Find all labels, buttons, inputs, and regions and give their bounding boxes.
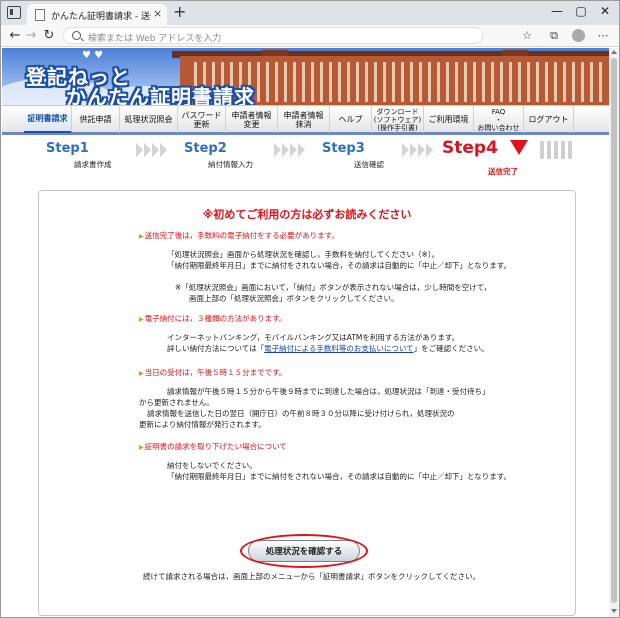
step2-sub: 納付情報入力 [208,160,253,169]
section-head-methods: 電子納付には，３種類の方法があります。 [139,313,287,324]
menu-status-inquiry[interactable]: 処理状況照会 [120,106,178,133]
section-head-withdraw: 証明書の請求を取り下げたい場合について [139,441,287,452]
paragraph-line: 請求情報が午後５時１５分から午後９時までに到達した場合は，処理状況は「到達・受付… [167,387,490,396]
paragraph-line: インターネットバンキング，モバイルバンキング又はATMを利用する方法があります。 [167,333,460,342]
step-tail-icon [540,141,574,159]
menu-deposit-application[interactable]: 供託申請 [72,106,120,133]
current-step-marker-icon [510,140,528,155]
paragraph-line: 請求情報を送信した日の翌日（開庁日）の午前８時３０分以降に受け付けられ，処理状況… [147,409,455,418]
minimize-icon[interactable]: — [547,4,567,18]
address-bar: ← → ↻ 検索または Web アドレスを入力 ☆ ⧉ ⋯ [1,25,619,47]
close-window-icon[interactable]: ✕ [595,4,615,18]
menu-certificate-request[interactable]: 証明書請求 [24,106,72,133]
scroll-down-icon[interactable] [611,609,617,613]
maximize-icon[interactable]: ▢ [571,4,591,18]
step-arrow-icon [402,143,433,157]
more-menu-icon[interactable]: ⋯ [595,29,611,42]
menu-download[interactable]: ダウンロード (ソフトウェア) (操作手引書) [372,106,424,133]
scroll-up-icon[interactable] [611,50,617,54]
paragraph-line: 「処理状況照会」画面から処理状況を確認し，手数料を納付してください（※）。 [167,250,440,259]
reload-icon[interactable]: ↻ [41,28,57,43]
paragraph-line: 更新により納付情報が発行されます。 [139,420,266,429]
paragraph-text: 詳しい納付方法については「 [167,344,265,353]
step2-label: Step2 [184,141,227,156]
tab-actions-icon[interactable] [7,6,21,19]
tab-title: かんたん証明書請求 - 送信完了 [51,12,151,22]
step-arrow-icon [136,143,167,157]
forward-icon[interactable]: → [23,28,39,43]
paragraph-line: から更新されません。 [139,398,214,407]
vertical-scrollbar[interactable] [609,48,619,617]
new-tab-button[interactable]: + [173,3,186,21]
menu-logout[interactable]: ログアウト [524,106,574,133]
site-banner: ♥ ♥ 登記ねっと かんたん証明書請求 [2,48,609,105]
notice-title: ※初めてご利用の方は必ずお読みください [202,208,412,221]
paragraph-line: 詳しい納付方法については「電子納付による手数料等のお支払いについて」をご確認くだ… [167,343,489,354]
paragraph-line: ※「処理状況照会」画面において，「納付」ボタンが表示されない場合は，少し時間を空… [175,283,492,292]
step3-sub: 送信確認 [354,160,384,169]
menu-environment[interactable]: ご利用環境 [424,106,474,133]
address-placeholder: 検索または Web アドレスを入力 [88,34,222,44]
step4-label: Step4 [442,138,498,158]
step1-sub: 請求書作成 [74,160,112,169]
back-icon[interactable]: ← [7,28,23,43]
section-head-payment: 送信完了後は，手数料の電子納付をする必要があります。 [139,230,339,241]
paragraph-text: 」をご確認ください。 [413,344,489,353]
menu-faq[interactable]: FAQ ・ お問い合わせ [474,106,524,133]
page-viewport: ♥ ♥ 登記ねっと かんたん証明書請求 証明書請求 供託申請 処理状況照会 パス… [2,48,609,617]
logo-bird-icon: ♥ ♥ [82,50,104,61]
menu-password-update[interactable]: パスワード 更新 [178,106,226,133]
step-arrow-icon [274,143,305,157]
collections-icon[interactable]: ⧉ [546,29,562,43]
browser-window: かんたん証明書請求 - 送信完了 × + — ▢ ✕ ← → ↻ 検索または W… [0,0,620,618]
step3-label: Step3 [322,141,365,156]
progress-steps: Step1 請求書作成 Step2 納付情報入力 Step3 送信確認 Step… [2,138,609,180]
main-menu: 証明書請求 供託申請 処理状況照会 パスワード 更新 申請者情報 変更 申請者情… [2,105,609,135]
profile-avatar[interactable] [572,29,585,42]
step1-label: Step1 [46,141,89,156]
favorites-icon[interactable]: ☆ [519,29,535,42]
address-input[interactable]: 検索または Web アドレスを入力 [63,27,483,44]
paragraph-line: 「納付期限最終年月日」までに納付をされない場合，その請求は自動的に「中止／却下」… [167,472,512,481]
check-status-button[interactable]: 処理状況を確認する [248,540,360,562]
tab-close-icon[interactable]: × [153,7,162,20]
paragraph-line: 画面上部の「処理状況照会」ボタンをクリックしてください。 [189,294,399,303]
browser-tab[interactable]: かんたん証明書請求 - 送信完了 × [27,4,167,25]
paragraph-line: 「納付期限最終年月日」までに納付をされない場合，その請求は自動的に「中止／却下」… [167,261,512,270]
section-head-deadline: 当日の受付は，午後５時１５分までです。 [139,367,287,378]
payment-info-link[interactable]: 電子納付による手数料等のお支払いについて [264,344,414,353]
menu-applicant-change[interactable]: 申請者情報 変更 [226,106,278,133]
footer-note: 続けて請求される場合は，画面上部のメニューから「証明書請求」ボタンをクリックして… [143,572,481,581]
scroll-thumb[interactable] [611,58,617,603]
menu-applicant-delete[interactable]: 申請者情報 抹消 [278,106,330,133]
paragraph-line: 納付をしないでください。 [167,461,257,470]
tab-bar: かんたん証明書請求 - 送信完了 × + — ▢ ✕ [1,1,619,25]
site-logo-line2[interactable]: かんたん証明書請求 [66,81,255,105]
search-icon [72,31,81,40]
menu-help[interactable]: ヘルプ [330,106,372,133]
step4-sub: 送信完了 [488,167,518,176]
page-favicon-icon [35,9,45,21]
